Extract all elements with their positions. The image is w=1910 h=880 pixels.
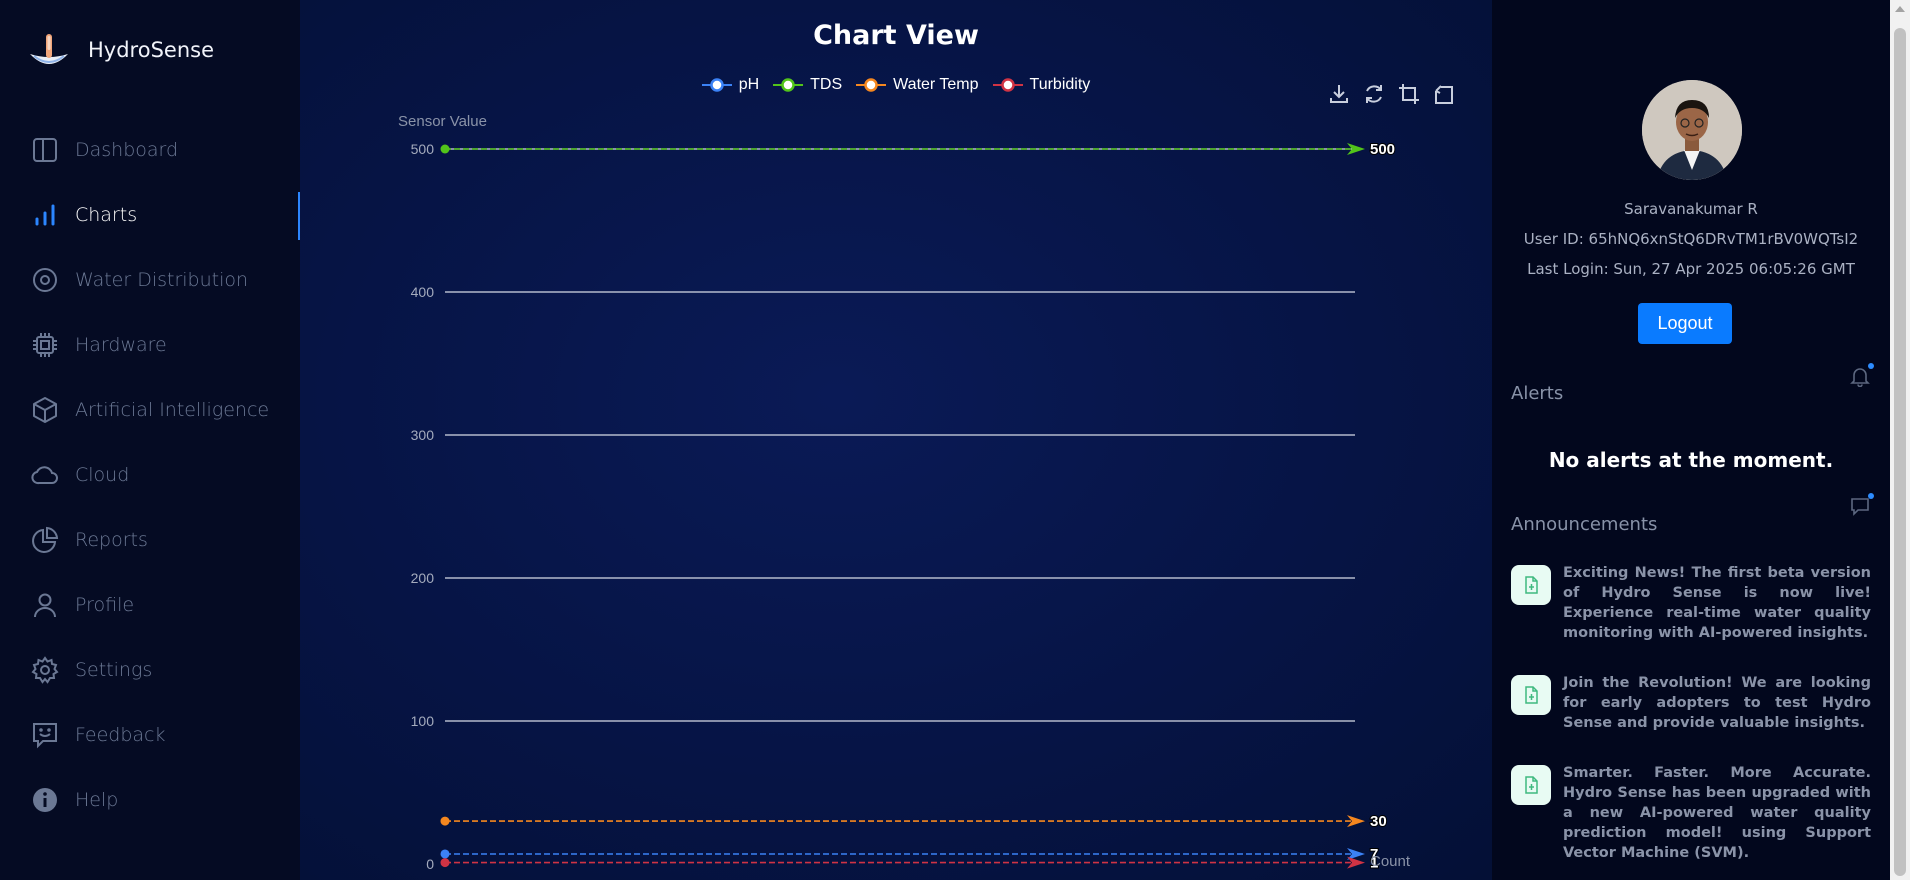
sidebar-item-artificial-intelligence[interactable]: Artificial Intelligence: [0, 377, 300, 442]
sidebar-item-label: Cloud: [75, 463, 130, 486]
cloud-icon: [30, 460, 60, 490]
announcement-text: Smarter. Faster. More Accurate. Hydro Se…: [1563, 765, 1871, 861]
chip-icon: [30, 330, 60, 360]
sidebar-item-hardware[interactable]: Hardware: [0, 312, 300, 377]
sidebar-item-feedback[interactable]: Feedback: [0, 702, 300, 767]
sidebar-item-charts[interactable]: Charts: [0, 182, 300, 247]
bar-chart-icon: [30, 200, 60, 230]
sidebar-item-label: Charts: [75, 203, 138, 226]
data-label-water-temp: 30: [1370, 813, 1387, 830]
brand[interactable]: HydroSense: [28, 30, 214, 70]
page-scrollbar[interactable]: [1890, 0, 1910, 880]
user-id: User ID: 65hNQ6xnStQ6DRvTM1rBV0WQTsI2: [1523, 230, 1859, 248]
right-panel: Saravanakumar R User ID: 65hNQ6xnStQ6DRv…: [1492, 0, 1890, 880]
notification-dot: [1868, 493, 1874, 499]
pie-chart-icon: [30, 525, 60, 555]
sidebar-item-label: Artificial Intelligence: [75, 398, 270, 421]
logout-button[interactable]: Logout: [1638, 303, 1732, 344]
y-axis-label: Sensor Value: [398, 113, 487, 130]
announcements-title: Announcements: [1511, 514, 1658, 535]
sidebar: HydroSense Dashboard Charts Water Distri…: [0, 0, 300, 880]
hydrosense-logo-icon: [30, 34, 68, 64]
scroll-thumb[interactable]: [1894, 28, 1906, 876]
sidebar-item-label: Feedback: [75, 723, 166, 746]
data-point-turbidity: [440, 858, 450, 868]
list-item[interactable]: Exciting News! The first beta version of…: [1511, 563, 1871, 643]
announcement-text: Join the Revolution! We are looking for …: [1563, 675, 1871, 731]
y-tick-label: 100: [411, 713, 435, 729]
sidebar-item-reports[interactable]: Reports: [0, 507, 300, 572]
app-name: HydroSense: [88, 38, 214, 62]
main-content: Chart View pH TDS Water Temp Turbidity S…: [300, 0, 1492, 880]
avatar: [1642, 80, 1742, 180]
notification-dot: [1868, 363, 1874, 369]
document-icon: [1511, 565, 1551, 605]
y-tick-label: 400: [411, 284, 435, 300]
target-icon: [30, 265, 60, 295]
y-tick-label: 300: [411, 427, 435, 443]
data-point-tds: [440, 144, 450, 154]
y-tick-label: 200: [411, 570, 435, 586]
sidebar-item-help[interactable]: Help: [0, 767, 300, 832]
chat-icon[interactable]: [1849, 495, 1871, 517]
alerts-title: Alerts: [1511, 383, 1564, 404]
sidebar-item-dashboard[interactable]: Dashboard: [0, 117, 300, 182]
y-tick-label: 500: [411, 141, 435, 157]
dashboard-icon: [30, 135, 60, 165]
sidebar-item-label: Hardware: [75, 333, 167, 356]
sensor-line-chart[interactable]: Sensor Value 0100200300400500 7500301 Co…: [300, 0, 1492, 880]
gear-icon: [30, 655, 60, 685]
sidebar-item-label: Dashboard: [75, 138, 179, 161]
sidebar-item-label: Help: [75, 788, 119, 811]
user-icon: [30, 590, 60, 620]
sidebar-item-label: Water Distribution: [75, 268, 249, 291]
user-name: Saravanakumar R: [1624, 200, 1758, 218]
document-icon: [1511, 675, 1551, 715]
list-item[interactable]: Smarter. Faster. More Accurate. Hydro Se…: [1511, 763, 1871, 863]
feedback-icon: [30, 720, 60, 750]
cube-icon: [30, 395, 60, 425]
list-item[interactable]: Join the Revolution! We are looking for …: [1511, 673, 1871, 733]
sidebar-item-label: Settings: [75, 658, 153, 681]
scroll-up-arrow-icon[interactable]: [1895, 6, 1905, 12]
no-alerts-message: No alerts at the moment.: [1548, 448, 1834, 472]
sidebar-item-cloud[interactable]: Cloud: [0, 442, 300, 507]
sidebar-item-label: Profile: [75, 593, 135, 616]
sidebar-item-settings[interactable]: Settings: [0, 637, 300, 702]
announcement-text: Exciting News! The first beta version of…: [1563, 565, 1871, 641]
document-icon: [1511, 765, 1551, 805]
last-login: Last Login: Sun, 27 Apr 2025 06:05:26 GM…: [1527, 260, 1855, 278]
x-axis-label: Count: [1370, 853, 1411, 870]
sidebar-item-profile[interactable]: Profile: [0, 572, 300, 637]
info-icon: [30, 785, 60, 815]
data-label-tds: 500: [1370, 141, 1395, 158]
sidebar-item-water-distribution[interactable]: Water Distribution: [0, 247, 300, 312]
sidebar-nav: Dashboard Charts Water Distribution Hard…: [0, 117, 300, 832]
y-tick-label: 0: [426, 856, 434, 872]
data-point-ph: [440, 849, 450, 859]
sidebar-item-label: Reports: [75, 528, 148, 551]
bell-icon[interactable]: [1849, 365, 1871, 387]
announcement-list: Exciting News! The first beta version of…: [1511, 563, 1871, 880]
data-point-water-temp: [440, 816, 450, 826]
